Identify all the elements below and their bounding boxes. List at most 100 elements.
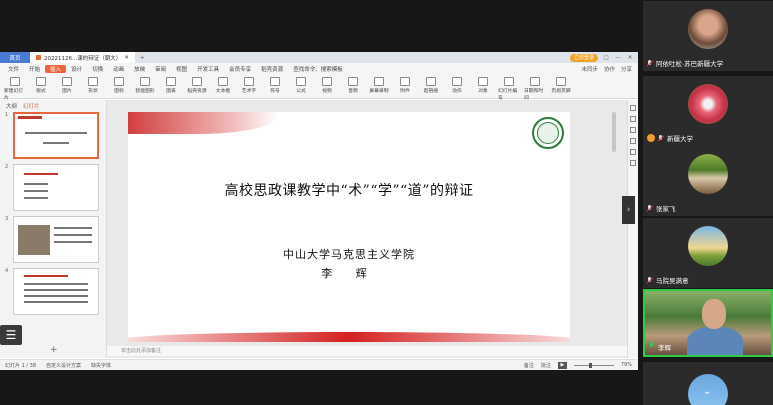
participant-tile[interactable]: 阿依吐松·苏巴新疆大学 (643, 1, 773, 71)
comments-toggle[interactable]: 批注 (541, 362, 551, 369)
minimize-button[interactable]: — (614, 55, 622, 61)
share-button[interactable]: 分享 (621, 65, 632, 73)
menu-item-insert[interactable]: 插入 (45, 65, 67, 73)
slide-number-icon (504, 77, 514, 86)
slide-title: 高校思政课教学中“术”“学”“道”的辩证 (224, 183, 474, 199)
university-logo (532, 117, 564, 149)
chat-icon[interactable]: ☰ (0, 325, 22, 345)
ribbon-layout[interactable]: 版式 (30, 77, 52, 94)
ribbon-docer[interactable]: 稻壳资源 (186, 77, 208, 94)
textbox-icon (218, 77, 228, 86)
ribbon-smartart[interactable]: 智能图形 (134, 77, 156, 94)
ribbon-video[interactable]: 视频 (316, 77, 338, 94)
ribbon-slide-number[interactable]: 幻灯片编号 (498, 77, 520, 101)
slide-thumbnail-2[interactable] (13, 164, 99, 211)
participant-name-row: 阿依吐松·苏巴新疆大学 (647, 58, 723, 68)
participant-tile[interactable]: 新疆大学 (643, 76, 773, 146)
participant-name: 阿依吐松·苏巴新疆大学 (656, 61, 724, 68)
menu-item-slideshow[interactable]: 放映 (129, 65, 150, 73)
ribbon-hyperlink[interactable]: 超链接 (420, 77, 442, 94)
tab-document[interactable]: 20221126...课的辩证（朝大） ✕ (30, 52, 135, 63)
tab-outline[interactable]: 大纲 (6, 102, 17, 110)
ribbon-shape[interactable]: 形状 (82, 77, 104, 94)
zoom-level[interactable]: 79% (621, 362, 632, 368)
ribbon-screen-record[interactable]: 屏幕录制 (368, 77, 390, 94)
sync-status[interactable]: 未同步 (581, 65, 598, 73)
ribbon-equation[interactable]: 公式 (290, 77, 312, 94)
brush-icon[interactable] (630, 116, 636, 122)
settings-icon[interactable] (630, 149, 636, 155)
animation-icon[interactable] (630, 138, 636, 144)
zoom-slider-thumb[interactable] (588, 362, 592, 368)
participant-tile[interactable]: ⌄ (643, 362, 773, 405)
menu-item-view[interactable]: 视图 (171, 65, 192, 73)
login-button[interactable]: 立即登录 (569, 53, 598, 62)
slide-thumbnail-panel: 大纲 幻灯片 1 2 3 4 + (0, 100, 107, 358)
ribbon-label: 形状 (88, 89, 98, 94)
ribbon-date-time[interactable]: 日期和时间 (524, 77, 546, 101)
ribbon-new-slide[interactable]: 新建幻灯片 (4, 77, 26, 101)
user-icon (647, 134, 655, 142)
notes-toggle[interactable]: 备注 (524, 362, 534, 369)
ribbon-object[interactable]: 对象 (472, 77, 494, 94)
menu-item-design[interactable]: 设计 (66, 65, 87, 73)
tab-home[interactable]: 首页 (0, 52, 30, 63)
menu-item-home[interactable]: 开始 (24, 65, 45, 73)
ribbon-icons[interactable]: 图标 (108, 77, 130, 94)
ribbon-wordart[interactable]: 艺术字 (238, 77, 260, 94)
ribbon-chart[interactable]: 图表 (160, 77, 182, 94)
mic-muted-icon (647, 59, 653, 67)
tab-slides[interactable]: 幻灯片 (23, 102, 40, 110)
help-icon[interactable] (630, 160, 636, 166)
restore-button[interactable]: ▢ (602, 55, 610, 61)
slide-subtitle: 中山大学马克思主义学院 (283, 248, 415, 261)
close-icon[interactable]: ✕ (124, 55, 129, 61)
participant-name-row: 张家飞 (647, 203, 676, 213)
collapse-panel-button[interactable]: › (622, 196, 635, 224)
current-slide[interactable]: 高校思政课教学中“术”“学”“道”的辩证 中山大学马克思主义学院 李 辉 (128, 112, 570, 342)
active-speaker-video[interactable]: 李辉 (643, 289, 773, 357)
collaborate-button[interactable]: 协作 (604, 65, 615, 73)
menu-item-review[interactable]: 审阅 (150, 65, 171, 73)
menu-item-developer[interactable]: 开发工具 (192, 65, 224, 73)
zoom-slider[interactable] (573, 362, 614, 368)
command-search[interactable]: 查找命令、搜索模板 (288, 65, 348, 73)
ribbon-label: 屏幕录制 (369, 89, 389, 94)
participant-tile[interactable]: 张家飞 (643, 146, 773, 216)
ribbon-picture[interactable]: 图片 (56, 77, 78, 94)
thumb-text-line (24, 283, 88, 285)
ribbon-symbol[interactable]: 符号 (264, 77, 286, 94)
ribbon-textbox[interactable]: 文本框 (212, 77, 234, 94)
menu-item-transitions[interactable]: 切换 (87, 65, 108, 73)
slide-number: 2 (5, 164, 9, 170)
pin-icon[interactable] (630, 105, 636, 111)
menu-item-docer[interactable]: 稻壳资源 (256, 65, 288, 73)
slide-thumbnail-1[interactable] (13, 112, 99, 159)
chevron-down-icon: ⌄ (703, 386, 712, 397)
ribbon-action[interactable]: 动作 (446, 77, 468, 94)
notes-area[interactable]: 单击此处添加备注 (107, 346, 627, 356)
mic-muted-icon (647, 276, 653, 284)
ribbon-label: 符号 (270, 89, 280, 94)
theme-name[interactable]: 自定义设计方案 (46, 362, 81, 369)
new-tab-button[interactable]: + (135, 55, 150, 61)
play-slideshow-button[interactable]: ▶ (557, 361, 567, 369)
menu-item-member[interactable]: 会员专享 (224, 65, 256, 73)
slide-thumbnail-3[interactable] (13, 216, 99, 263)
add-slide-button[interactable]: + (50, 345, 58, 355)
close-window-button[interactable]: ✕ (626, 55, 634, 61)
slide-thumbnail-4[interactable] (13, 268, 99, 315)
menu-item-animations[interactable]: 动画 (108, 65, 129, 73)
vertical-scrollbar[interactable] (612, 112, 616, 152)
ribbon-attachment[interactable]: 附件 (394, 77, 416, 94)
missing-font-button[interactable]: 缺失字体 (91, 362, 111, 369)
menu-item-file[interactable]: 文件 (3, 65, 24, 73)
ribbon-audio[interactable]: 音频 (342, 77, 364, 94)
thumb-text-line (54, 234, 92, 236)
ribbon-header-footer[interactable]: 页眉页脚 (550, 77, 572, 94)
slide-author: 李 辉 (321, 267, 377, 280)
participant-tile[interactable]: 马院吴满意 (643, 218, 773, 288)
shape-format-icon[interactable] (630, 127, 636, 133)
thumb-image (18, 225, 50, 255)
ribbon-label: 音频 (348, 89, 358, 94)
